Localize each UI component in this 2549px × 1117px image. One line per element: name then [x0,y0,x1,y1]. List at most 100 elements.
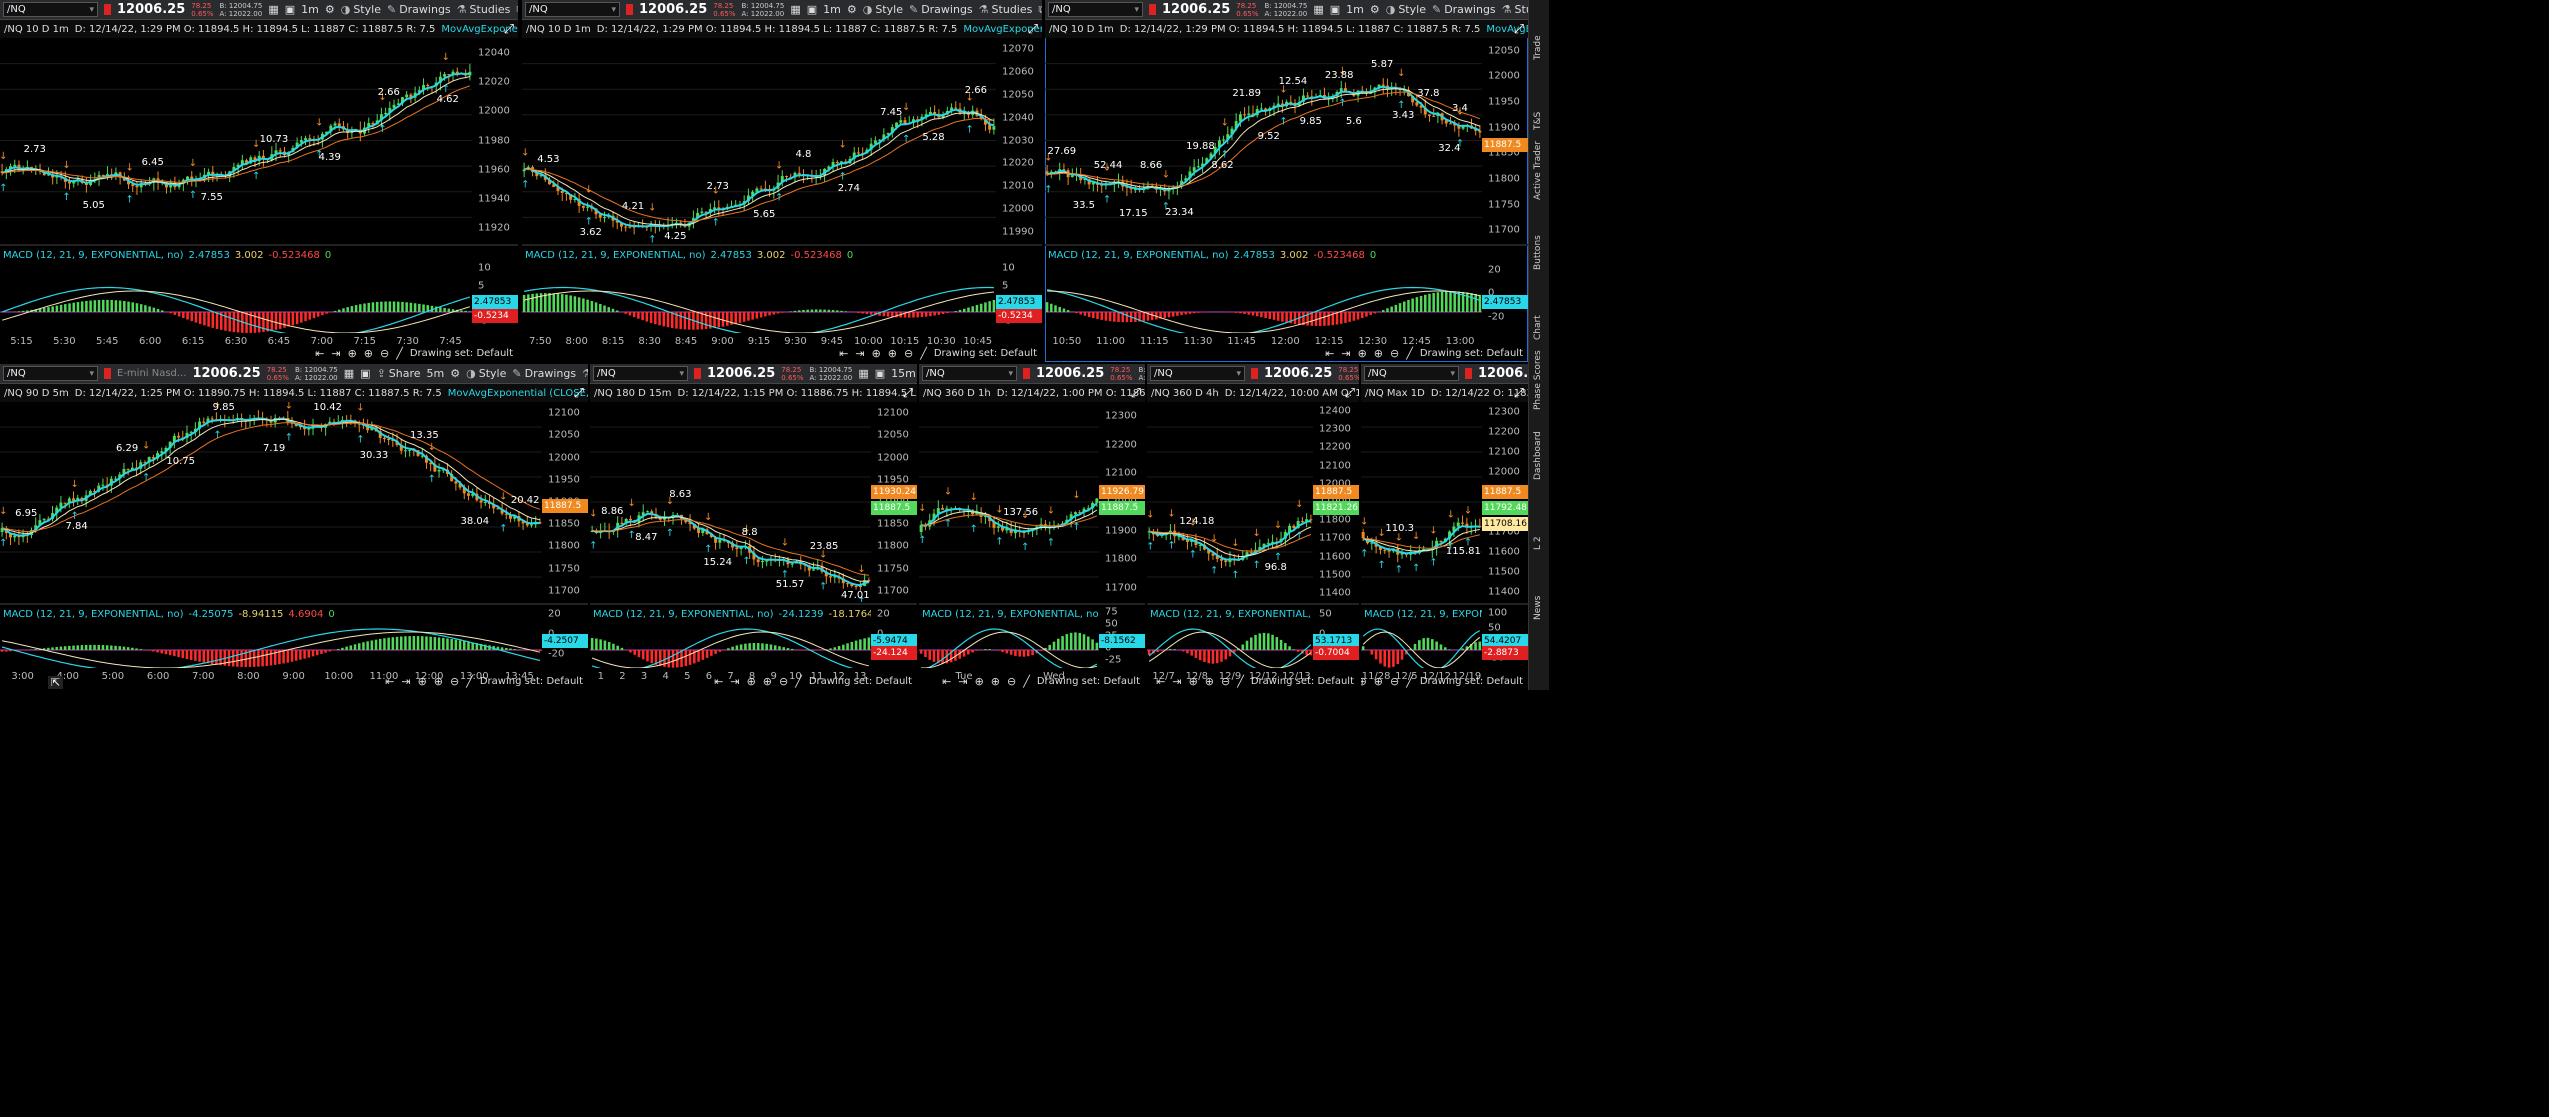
scroll-right-icon[interactable]: ⇥ [331,347,340,360]
scroll-left-icon[interactable]: ⇤ [839,347,848,360]
macd-chart[interactable] [919,608,1099,668]
scroll-right-icon[interactable]: ⇥ [1341,347,1350,360]
flag-icon[interactable] [104,4,111,15]
price-chart[interactable]: ↑ ↓ ↑ ↓ ↑ ↓ ↑ ↓ ↑ ↓ ↑ ↓ ↑ ↓ ↑ ↓ 124.18 96.8 [1147,402,1313,602]
scroll-right-icon[interactable]: ⇥ [730,675,739,688]
drawings-menu[interactable]: ✎ Drawings [1432,3,1496,16]
chart-panel-p2[interactable]: /NQ 12006.25 78.250.65% B: 12004.75A: 12022… [522,0,1042,362]
scroll-right-icon[interactable]: ⇥ [401,675,410,688]
macd-chart[interactable] [0,608,542,668]
layout-icon[interactable]: ▣ [875,367,885,380]
layout-icon[interactable]: ▣ [360,367,370,380]
style-menu[interactable]: ◑ Style [341,3,381,16]
scroll-left-icon[interactable]: ⇤ [942,675,951,688]
zoom-in-icon[interactable]: ⊕ [1205,675,1214,688]
flag-icon[interactable] [626,4,633,15]
grid-icon[interactable]: ▦ [268,3,278,16]
flag-icon[interactable] [1251,368,1258,379]
drawing-set-label[interactable]: Drawing set: Default [1420,676,1523,687]
pane-separator[interactable] [1147,603,1359,605]
studies-menu[interactable]: ⚗Studies [979,3,1033,16]
drawing-set-label[interactable]: Drawing set: Default [934,348,1037,359]
scroll-left-icon[interactable]: ⇤ [1156,675,1165,688]
zoom-out-icon[interactable]: ⊖ [904,347,913,360]
zoom-out-icon[interactable]: ⊖ [380,347,389,360]
price-chart[interactable]: ↑ ↓ ↑ ↓ ↑ ↓ ↑ ↓ ↑ ↓ ↑ ↓ ↑ ↓ ↑ ↓ 6.95 7.84 6.29 10.75 9.85 7.1… [0,402,542,602]
scroll-left-icon[interactable]: ⇤ [385,675,394,688]
drawing-tool-icon[interactable]: ╱ [1406,675,1413,688]
chart-panel-p8[interactable]: /NQ12006.2578.250.65%B: 12004.75A: 12022… [1361,364,1528,690]
zoom-out-icon[interactable]: ⊖ [450,675,459,688]
crosshair-icon[interactable]: ⊕ [1361,675,1367,688]
symbol-selector[interactable]: /NQ [1364,366,1459,381]
drawings-menu[interactable]: ✎ Drawings [512,367,576,380]
scroll-left-icon[interactable]: ⇤ [1325,347,1334,360]
aggregation-selector[interactable]: 1m [823,3,841,16]
studies-menu[interactable]: ⚗Studies [1502,3,1528,16]
pane-separator[interactable] [522,244,1042,246]
study-label-ema[interactable]: MovAvgExponential (CLOSE, 7, 0, no) [448,388,588,399]
gear-icon[interactable]: ⚙ [1370,3,1380,16]
flag-icon[interactable] [1465,368,1472,379]
pane-separator[interactable] [0,603,588,605]
studies-menu[interactable]: ⚗Studies [457,3,511,16]
chart-panel-p1[interactable]: /NQ 12006.25 78.250.65% B: 12004.75A: 12022… [0,0,518,362]
zoom-in-icon[interactable]: ⊕ [1374,675,1383,688]
aggregation-selector[interactable]: 1m [1346,3,1364,16]
aggregation-selector[interactable]: 1m [301,3,319,16]
macd-title[interactable]: MACD (12, 21, 9, EXPONENTIAL, no) [1048,250,1228,261]
symbol-selector[interactable]: /NQ [3,366,98,381]
flag-icon[interactable] [104,368,111,379]
layout-icon[interactable]: ▣ [1330,3,1340,16]
patterns-menu[interactable]: ⧉Patterns [1038,3,1042,17]
macd-chart[interactable] [590,608,871,668]
zoom-in-icon[interactable]: ⊕ [1374,347,1383,360]
pane-separator[interactable] [919,603,1145,605]
aggregation-selector[interactable]: 5m [427,367,445,380]
pane-separator[interactable] [1361,603,1528,605]
price-chart[interactable]: ↑ ↓ ↑ ↓ ↑ ↓ ↑ ↓ ↑ ↓ ↑ ↓ ↑ ↓ ↑ ↓ 4.53 3.62 4.21 4.25 2.73 5.65… [522,38,996,243]
crosshair-icon[interactable]: ⊕ [747,675,756,688]
side-tab-phase-scores[interactable]: Phase Scores [1533,350,1543,410]
style-menu[interactable]: ◑ Style [1386,3,1426,16]
aggregation-selector[interactable]: 15m [891,367,916,380]
symbol-selector[interactable]: /NQ [3,2,98,17]
zoom-icon[interactable]: ⤢ [504,22,514,37]
style-menu[interactable]: ◑ Style [863,3,903,16]
drawing-tool-icon[interactable]: ╱ [396,347,403,360]
crosshair-icon[interactable]: ⊕ [975,675,984,688]
crosshair-icon[interactable]: ⊕ [1358,347,1367,360]
pane-separator[interactable] [0,244,518,246]
share-button[interactable]: ⇪ Share [377,367,421,380]
zoom-icon[interactable]: ⤢ [1131,386,1141,401]
zoom-in-icon[interactable]: ⊕ [991,675,1000,688]
drawing-tool-icon[interactable]: ╱ [920,347,927,360]
zoom-out-icon[interactable]: ⊖ [1221,675,1230,688]
gear-icon[interactable]: ⚙ [450,367,460,380]
grid-icon[interactable]: ▦ [858,367,868,380]
price-chart[interactable]: ↑ ↓ ↑ ↓ ↑ ↓ ↑ ↓ ↑ ↓ ↑ ↓ ↑ ↓ 137.56 [919,402,1099,602]
drawing-set-label[interactable]: Drawing set: Default [480,676,583,687]
drawing-set-label[interactable]: Drawing set: Default [1037,676,1140,687]
zoom-icon[interactable]: ⤢ [1514,386,1524,401]
gear-icon[interactable]: ⚙ [847,3,857,16]
grid-icon[interactable]: ▦ [344,367,354,380]
drawings-menu[interactable]: ✎ Drawings [387,3,451,16]
drawing-set-label[interactable]: Drawing set: Default [410,348,513,359]
chart-panel-p6[interactable]: /NQ 12006.25 78.250.65% B: 12004.75A: 12022… [919,364,1145,690]
price-axis[interactable]: 12070 12060 12050 12040 12030 12020 12010 12000… [996,38,1042,243]
side-tab-t-s[interactable]: T&S [1533,112,1543,130]
drawing-set-label[interactable]: Drawing set: Default [809,676,912,687]
price-chart[interactable]: ↑ ↓ ↑ ↓ ↑ ↓ ↑ ↓ ↑ ↓ ↑ ↓ ↑ ↓ 110.3 115.81 [1361,402,1482,602]
layout-icon[interactable]: ▣ [807,3,817,16]
side-tab-news[interactable]: News [1533,596,1543,620]
patterns-menu[interactable]: ⧉Patterns [516,3,518,17]
price-chart[interactable]: ↑ ↓ ↑ ↓ ↑ ↓ ↑ ↓ ↑ ↓ ↑ ↓ ↑ ↓ ↑ ↓ 27.69 33.5 52.44 17.15 8.66 2… [1045,38,1482,243]
gear-icon[interactable]: ⚙ [325,3,335,16]
zoom-out-icon[interactable]: ⊖ [779,675,788,688]
macd-chart[interactable] [1147,608,1313,668]
symbol-selector[interactable]: /NQ [1048,2,1143,17]
side-tab-active-trader[interactable]: Active Trader [1533,141,1543,200]
scroll-right-icon[interactable]: ⇥ [855,347,864,360]
price-chart[interactable]: ↑ ↓ ↑ ↓ ↑ ↓ ↑ ↓ ↑ ↓ ↑ ↓ ↑ ↓ ↑ ↓ 2.73 5.05 6.45 7.55 10.73 4.3… [0,38,472,243]
